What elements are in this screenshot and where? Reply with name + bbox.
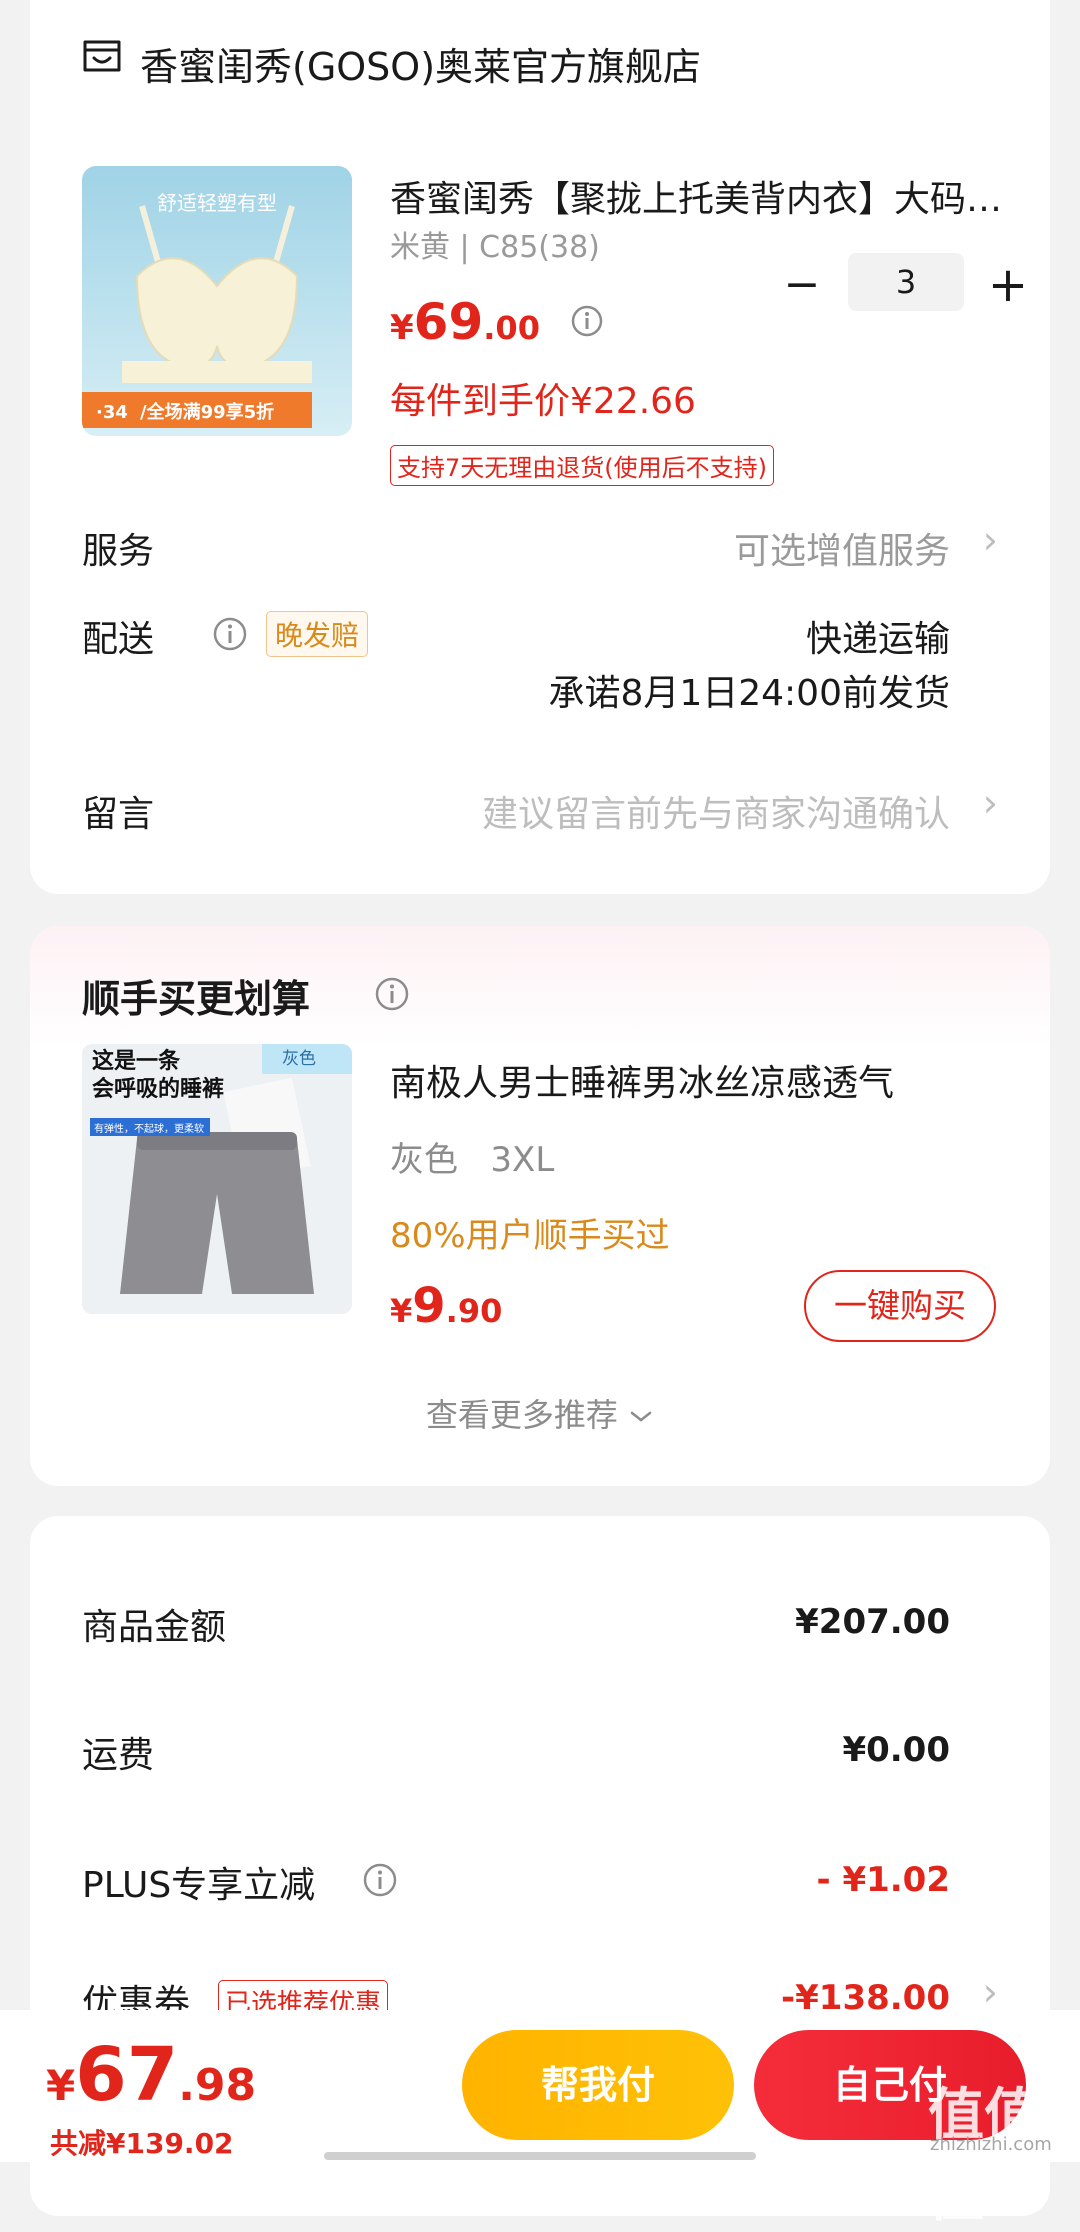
product-image-slogan: 舒适轻塑有型	[157, 191, 277, 215]
bottom-action-bar: ¥67.98 共减¥139.02 帮我付 自己付 值值值 zhizhizhi.c…	[0, 2010, 1080, 2229]
recommend-title: 顺手买更划算	[82, 977, 311, 1021]
total-price: ¥67.98	[46, 2032, 256, 2118]
total-saved: 共减¥139.02	[50, 2127, 234, 2160]
product-variant[interactable]: 米黄 | C85(38)	[390, 222, 600, 266]
watermark-url: zhizhizhi.com	[930, 2134, 1052, 2155]
recommend-image-tag: 灰色	[282, 1049, 316, 1069]
product-image[interactable]: 舒适轻塑有型 ·34 /全场满99享5折	[82, 166, 352, 436]
info-icon[interactable]	[212, 616, 248, 652]
price-currency: ¥	[46, 2061, 76, 2110]
one-click-buy-button[interactable]: 一键购买	[804, 1270, 996, 1342]
more-recommend-label: 查看更多推荐	[425, 1396, 618, 1434]
more-recommend-link[interactable]: 查看更多推荐	[30, 1390, 1050, 1436]
product-image-promo: /全场满99享5折	[140, 401, 274, 423]
service-value[interactable]: 可选增值服务	[734, 522, 950, 574]
quantity-increase-button[interactable]: +	[986, 261, 1030, 309]
price-decimal: .98	[178, 2060, 257, 2111]
quantity-input[interactable]: 3	[848, 253, 964, 311]
recommend-item-image[interactable]: 这是一条 会呼吸的睡裤 灰色 有弹性，不起球，更柔软	[82, 1044, 352, 1314]
shop-icon	[83, 40, 121, 72]
chevron-right-icon[interactable]: ›	[983, 781, 998, 825]
per-item-price: 每件到手价¥22.66	[390, 381, 696, 422]
recommend-image-sub: 有弹性，不起球，更柔软	[94, 1122, 204, 1135]
info-icon[interactable]	[362, 1862, 398, 1898]
price-currency: ¥	[390, 1292, 413, 1330]
shipping-fee-label: 运费	[82, 1735, 155, 1776]
product-title[interactable]: 香蜜闺秀【聚拢上托美背内衣】大码文胸女	[390, 170, 1010, 222]
recommend-item-price: ¥9.90	[390, 1278, 502, 1334]
recommend-image-line1: 这是一条	[92, 1048, 181, 1074]
help-me-pay-button[interactable]: 帮我付	[462, 2030, 734, 2140]
chevron-down-icon	[630, 1411, 652, 1422]
goods-amount-label: 商品金额	[82, 1607, 227, 1648]
shop-name[interactable]: 香蜜闺秀(GOSO)奥莱官方旗舰店	[140, 36, 701, 91]
message-label: 留言	[82, 794, 155, 835]
chevron-right-icon[interactable]: ›	[983, 1970, 998, 2014]
recommend-card: 顺手买更划算 这是一条 会呼吸的睡裤 灰色 有弹性，不起球，更柔软 南极人男士睡…	[30, 926, 1050, 1486]
price-integer: 67	[75, 2032, 179, 2118]
price-currency: ¥	[390, 308, 414, 348]
plus-discount-value: - ¥1.02	[816, 1860, 951, 1900]
price-integer: 69	[413, 293, 484, 351]
goods-amount-value: ¥207.00	[795, 1602, 950, 1642]
price-decimal: .00	[483, 309, 540, 347]
price-integer: 9	[412, 1278, 446, 1334]
shipping-fee-value: ¥0.00	[842, 1730, 950, 1770]
recommend-item-social-proof: 80%用户顺手买过	[390, 1216, 670, 1256]
delivery-method[interactable]: 快递运输	[806, 610, 950, 662]
recommend-item-name[interactable]: 南极人男士睡裤男冰丝凉感透气	[390, 1054, 1010, 1106]
price-decimal: .90	[445, 1292, 503, 1330]
chevron-right-icon[interactable]: ›	[983, 518, 998, 562]
info-icon[interactable]	[374, 976, 410, 1012]
product-image-promo-prefix: ·34	[96, 402, 128, 423]
late-delivery-badge: 晚发赔	[266, 611, 369, 657]
info-icon[interactable]	[570, 304, 604, 338]
quantity-decrease-button[interactable]: −	[782, 263, 822, 307]
message-input[interactable]: 建议留言前先与商家沟通确认	[482, 785, 950, 837]
plus-discount-label: PLUS专享立减	[82, 1865, 316, 1906]
service-label: 服务	[82, 531, 155, 572]
delivery-label: 配送	[82, 619, 155, 660]
order-shop-card: 香蜜闺秀(GOSO)奥莱官方旗舰店 舒适轻塑有型 ·34 /全场满99享5折 香…	[30, 0, 1050, 894]
recommend-image-line2: 会呼吸的睡裤	[92, 1076, 224, 1102]
product-price: ¥69.00	[390, 293, 540, 351]
delivery-promise: 承诺8月1日24:00前发货	[548, 673, 950, 714]
return-policy-badge: 支持7天无理由退货(使用后不支持)	[390, 445, 774, 486]
recommend-item-variant[interactable]: 灰色 3XL	[390, 1132, 554, 1181]
home-indicator	[324, 2152, 756, 2160]
